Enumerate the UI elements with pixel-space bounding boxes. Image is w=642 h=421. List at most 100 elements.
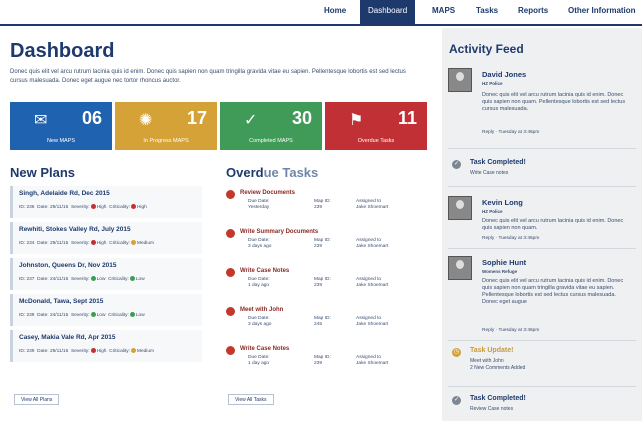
view-all-plans-button[interactable]: View All Plans (14, 394, 60, 405)
activity-feed: Activity Feed David Jones HZ Police Done… (442, 28, 642, 421)
plan-meta: ID: 239 Date: 24/11/15 Severity: Low Crit… (19, 312, 145, 318)
post-reply-link[interactable]: Reply · Tuesday at 3:46pm (482, 130, 539, 135)
plan-meta: ID: 236 Date: 29/11/15 Severity: High Cri… (19, 204, 147, 210)
criticality-dot (130, 240, 136, 245)
task-title: Write Case Notes (240, 268, 290, 274)
task-title: Review Documents (240, 190, 296, 196)
post-reply-link[interactable]: Reply · Tuesday at 3:46pm (482, 236, 539, 241)
overdue-tasks-heading: Overdue Tasks (226, 165, 319, 180)
plan-meta: ID: 239 Date: 29/11/15 Severity: High Cri… (19, 348, 155, 354)
feed-post: David Jones HZ Police Donec quis elit ve… (448, 68, 638, 148)
feed-event: ◷ Task Update! Meet with John 2 New Comm… (448, 346, 638, 386)
plan-row[interactable]: Casey, Makia Vale Rd, Apr 2015 ID: 239 D… (10, 330, 202, 362)
tile-completed-maps[interactable]: ✓ 30 Completed MAPS (220, 102, 322, 150)
plan-title: Johnston, Queens Dr, Nov 2015 (19, 262, 117, 269)
event-subtitle: Write Case notes (470, 170, 509, 176)
post-body: Donec quis elit vel arcu rutrum lacinia … (482, 218, 624, 231)
check-icon: ✓ (244, 112, 258, 129)
nav-tasks[interactable]: Tasks (476, 6, 498, 15)
plan-title: Rewhiti, Stokes Valley Rd, July 2015 (19, 226, 131, 233)
event-subtitle: Review Case notes (470, 406, 514, 412)
nav-home[interactable]: Home (324, 6, 346, 15)
severity-dot (90, 348, 96, 353)
plan-row[interactable]: McDonald, Tawa, Sept 2015 ID: 239 Date: … (10, 294, 202, 326)
tile-new-maps[interactable]: ✉ 06 New MAPS (10, 102, 112, 150)
tile-value: 06 (81, 108, 102, 128)
view-all-tasks-button[interactable]: View All Tasks (228, 394, 274, 405)
alert-icon (226, 268, 235, 277)
tile-in-progress-maps[interactable]: ✺ 17 In Progress MAPS (115, 102, 217, 150)
page-title: Dashboard (10, 40, 115, 62)
avatar (448, 68, 472, 92)
feed-event: ✓ Task Completed! Review Case notes (448, 394, 638, 418)
tile-value: 30 (291, 108, 312, 128)
plan-row[interactable]: Singh, Adelaide Rd, Dec 2015 ID: 236 Dat… (10, 186, 202, 218)
plan-title: Casey, Makia Vale Rd, Apr 2015 (19, 334, 116, 341)
tile-label: Overdue Tasks (357, 138, 395, 144)
avatar (448, 196, 472, 220)
task-row[interactable]: Write Case Notes Due Date: 1 day ago Map … (226, 344, 416, 376)
post-role: Womens Refuge (482, 269, 518, 274)
post-author[interactable]: Kevin Long (482, 198, 523, 207)
clock-icon: ◷ (452, 348, 461, 357)
check-icon: ✓ (452, 160, 461, 169)
tile-value: 11 (397, 108, 417, 128)
feed-post: Sophie Hunt Womens Refuge Donec quis eli… (448, 256, 638, 338)
feed-post: Kevin Long HZ Police Donec quis elit vel… (448, 196, 638, 246)
divider (448, 148, 636, 149)
plan-row[interactable]: Rewhiti, Stokes Valley Rd, July 2015 ID:… (10, 222, 202, 254)
tile-value: 17 (186, 108, 207, 128)
divider (448, 186, 636, 187)
post-author[interactable]: Sophie Hunt (482, 258, 526, 267)
plan-meta: ID: 237 Date: 24/11/15 Severity: Low Crit… (19, 276, 145, 282)
tile-label: Completed MAPS (249, 138, 293, 144)
flag-icon: ⚑ (349, 112, 364, 129)
plan-meta: ID: 234 Date: 29/11/15 Severity: High Cri… (19, 240, 155, 246)
event-subtitle: Meet with John 2 New Comments Added (470, 358, 526, 371)
task-title: Write Summary Documents (240, 229, 319, 235)
spinner-icon: ✺ (139, 112, 153, 129)
post-body: Donec quis elit vel arcu rutrum lacinia … (482, 278, 624, 305)
divider (448, 248, 636, 249)
new-plans-heading: New Plans (10, 165, 76, 180)
severity-dot (90, 312, 96, 317)
plan-row[interactable]: Johnston, Queens Dr, Nov 2015 ID: 237 Da… (10, 258, 202, 290)
task-row[interactable]: Meet with John Due Date: 3 days ago Map I… (226, 305, 416, 337)
event-title: Task Completed! (470, 159, 526, 166)
post-author[interactable]: David Jones (482, 70, 526, 79)
event-title: Task Update! (470, 347, 514, 354)
task-title: Meet with John (240, 307, 284, 313)
criticality-dot (130, 348, 136, 353)
alert-icon (226, 346, 235, 355)
post-role: HZ Police (482, 81, 503, 86)
page-intro: Donec quis elit vel arcu rutrum lacinia … (10, 69, 406, 84)
task-row[interactable]: Write Case Notes Due Date: 1 day ago Map … (226, 266, 416, 298)
tile-overdue-tasks[interactable]: ⚑ 11 Overdue Tasks (325, 102, 427, 150)
plan-title: Singh, Adelaide Rd, Dec 2015 (19, 190, 110, 197)
task-row[interactable]: Review Documents Due Date: Yesterday Map … (226, 188, 416, 220)
plan-title: McDonald, Tawa, Sept 2015 (19, 298, 104, 305)
event-title: Task Completed! (470, 395, 526, 402)
feed-event: ✓ Task Completed! Write Case notes (448, 158, 638, 188)
criticality-dot (129, 276, 135, 281)
tile-label: In Progress MAPS (143, 138, 189, 144)
map-icon: ✉ (34, 112, 48, 129)
task-title: Write Case Notes (240, 346, 290, 352)
task-row[interactable]: Write Summary Documents Due Date: 3 days … (226, 227, 416, 259)
severity-dot (90, 204, 96, 209)
nav-reports[interactable]: Reports (518, 6, 548, 15)
post-body: Donec quis elit vel arcu rutrum lacinia … (482, 92, 626, 112)
nav-other-information[interactable]: Other Information (568, 6, 636, 15)
avatar (448, 256, 472, 280)
alert-icon (226, 307, 235, 316)
divider (448, 386, 636, 387)
nav-maps[interactable]: MAPS (432, 6, 455, 15)
criticality-dot (129, 312, 135, 317)
severity-dot (90, 240, 96, 245)
top-nav: Home Dashboard MAPS Tasks Reports Other … (0, 0, 642, 26)
severity-dot (90, 276, 96, 281)
tile-label: New MAPS (46, 138, 76, 144)
post-reply-link[interactable]: Reply · Tuesday at 3:46pm (482, 328, 539, 333)
main-content: Dashboard Donec quis elit vel arcu rutru… (0, 28, 440, 421)
nav-dashboard[interactable]: Dashboard (360, 0, 416, 24)
